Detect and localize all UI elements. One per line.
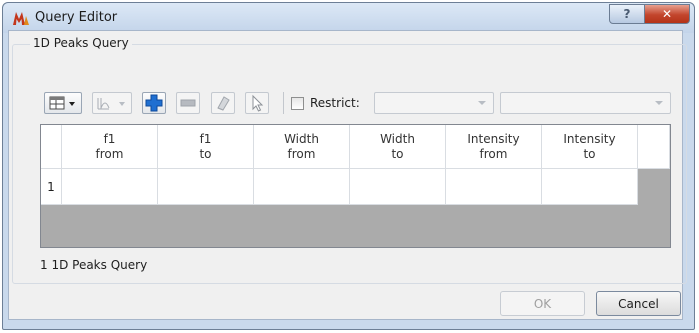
clear-button[interactable]: [211, 92, 235, 114]
column-header-line2: from: [95, 146, 124, 161]
cell-width-to[interactable]: [350, 169, 446, 205]
help-icon: ?: [623, 7, 631, 21]
column-header-line2: from: [287, 146, 316, 161]
app-logo-icon: [13, 12, 29, 25]
cell-intensity-from[interactable]: [446, 169, 542, 205]
query-type-dropdown-button[interactable]: [44, 92, 82, 114]
column-header-line2: to: [391, 146, 404, 161]
column-header-width-from[interactable]: Width from: [254, 125, 350, 169]
column-header-line2: to: [199, 146, 212, 161]
restrict-label: Restrict:: [310, 96, 360, 110]
eraser-icon: [217, 96, 230, 111]
column-header-width-to[interactable]: Width to: [350, 125, 446, 169]
column-header-f1-from[interactable]: f1 from: [62, 125, 158, 169]
column-header-line1: f1: [103, 131, 116, 146]
groupbox-title: 1D Peaks Query: [30, 36, 132, 50]
toolbar-separator: [283, 92, 284, 114]
cell-width-from[interactable]: [254, 169, 350, 205]
select-pointer-button[interactable]: [245, 92, 269, 114]
column-header-line2: to: [583, 146, 596, 161]
cell-f1-to[interactable]: [158, 169, 254, 205]
column-header-line1: Width: [380, 131, 415, 146]
query-table-icon: [49, 96, 75, 110]
remove-row-button[interactable]: [176, 92, 200, 114]
restrict-value-combo[interactable]: [500, 92, 671, 114]
chevron-down-icon: [655, 101, 663, 105]
plus-icon: [145, 94, 163, 112]
column-header-line1: f1: [199, 131, 212, 146]
query-grid[interactable]: f1 from f1 to Width from Width to Intens…: [40, 124, 671, 248]
spectrum-type-dropdown-button[interactable]: [92, 92, 132, 114]
column-header-line1: Intensity: [563, 131, 616, 146]
column-header-intensity-from[interactable]: Intensity from: [446, 125, 542, 169]
column-header-line1: Width: [284, 131, 319, 146]
ok-button[interactable]: OK: [500, 291, 585, 316]
row-header-1[interactable]: 1: [41, 169, 62, 205]
window-title: Query Editor: [35, 10, 118, 25]
add-row-button[interactable]: [142, 92, 166, 114]
cancel-button[interactable]: Cancel: [596, 291, 681, 316]
status-text: 1 1D Peaks Query: [40, 258, 148, 272]
column-header-line2: from: [479, 146, 508, 161]
column-header-f1-to[interactable]: f1 to: [158, 125, 254, 169]
spectrum-peak-icon: [97, 98, 125, 110]
minus-icon: [180, 99, 196, 107]
cursor-arrow-icon: [252, 94, 264, 112]
restrict-checkbox[interactable]: [291, 97, 304, 110]
chevron-down-icon: [478, 101, 486, 105]
cell-f1-from[interactable]: [62, 169, 158, 205]
title-bar[interactable]: Query Editor: [3, 3, 694, 33]
restrict-field-combo[interactable]: [374, 92, 494, 114]
close-icon: ✕: [661, 7, 673, 21]
column-header-line1: Intensity: [467, 131, 520, 146]
grid-corner-header: [41, 125, 62, 169]
cell-intensity-to[interactable]: [542, 169, 638, 205]
column-header-filler: [638, 125, 670, 169]
column-header-intensity-to[interactable]: Intensity to: [542, 125, 638, 169]
close-button[interactable]: ✕: [644, 4, 690, 24]
help-button[interactable]: ?: [609, 4, 645, 24]
